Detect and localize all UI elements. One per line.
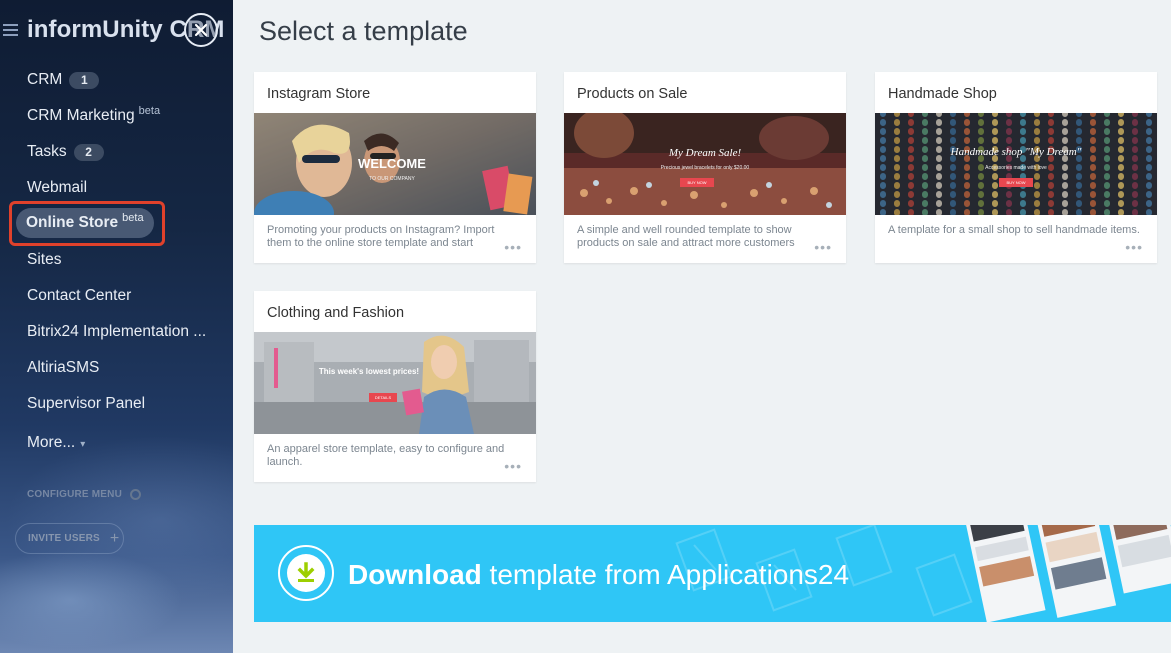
sidebar-item-label: More...	[27, 434, 76, 451]
sidebar-item-label: CRM	[27, 71, 63, 88]
sidebar-item-label: CRM Marketing	[27, 107, 135, 124]
download-template-banner[interactable]: Download template from Applications24	[254, 525, 1171, 622]
beta-label: beta	[138, 105, 161, 117]
banner-text: Download template from Applications24	[348, 559, 849, 591]
sidebar-item-crm[interactable]: CRM 1	[27, 68, 100, 92]
download-icon	[297, 562, 315, 582]
template-preview-image: My Dream Sale! Precious jewel bracelets …	[564, 113, 846, 215]
sidebar-item-tasks[interactable]: Tasks 2	[27, 140, 104, 164]
thumb-subheading: Accessories made with love	[985, 165, 1047, 171]
left-sidebar: informUnity CRM CRM 1 CRM Marketing beta…	[0, 0, 233, 653]
counter-badge: 2	[73, 143, 104, 161]
banner-text-bold: Download	[348, 559, 482, 590]
more-options-icon[interactable]: •••	[814, 239, 832, 255]
counter-badge: 1	[69, 71, 100, 89]
thumb-button-label: DETAILS	[375, 395, 392, 400]
sidebar-item-label: AltiriaSMS	[27, 359, 100, 376]
plus-icon: +	[109, 529, 120, 547]
more-options-icon[interactable]: •••	[504, 239, 522, 255]
sidebar-item-label: Sites	[27, 251, 62, 268]
template-card-title: Handmade Shop	[888, 86, 997, 102]
sidebar-item-label: Tasks	[27, 143, 67, 160]
sidebar-item-label: Webmail	[27, 179, 88, 196]
thumb-button-label: BUY NOW	[1006, 180, 1025, 185]
more-options-icon[interactable]: •••	[1125, 239, 1143, 255]
sidebar-item-contact-center[interactable]: Contact Center	[27, 284, 131, 308]
gear-icon	[130, 489, 142, 500]
sidebar-item-bitrix24-implementation[interactable]: Bitrix24 Implementation ...	[27, 320, 206, 344]
invite-users-label: INVITE USERS	[28, 533, 100, 544]
template-card-description: An apparel store template, easy to confi…	[267, 443, 505, 468]
template-preview-image: This week's lowest prices! DETAILS	[254, 332, 536, 434]
sidebar-item-label: Supervisor Panel	[27, 395, 146, 412]
template-preview-image: WELCOME TO OUR COMPANY	[254, 113, 536, 215]
sidebar-item-more[interactable]: More... ▾	[27, 431, 85, 455]
template-card-instagram-store[interactable]: Instagram Store WELCOME TO OUR COMPANY P…	[254, 72, 536, 263]
close-icon	[194, 23, 208, 37]
template-card-description: A template for a small shop to sell hand…	[888, 224, 1140, 236]
sidebar-item-label: Bitrix24 Implementation ...	[27, 323, 207, 340]
sidebar-item-label: Contact Center	[27, 287, 132, 304]
banner-text-rest: template from Applications24	[481, 559, 850, 590]
thumb-heading: This week's lowest prices!	[319, 367, 419, 376]
thumb-subheading: TO OUR COMPANY	[369, 176, 415, 182]
sidebar-item-crm-marketing[interactable]: CRM Marketing beta	[27, 104, 160, 128]
hamburger-menu-icon[interactable]	[3, 24, 18, 36]
template-card-handmade-shop[interactable]: Handmade Shop Handmade shop "My Dream" A…	[875, 72, 1157, 263]
template-card-description: Promoting your products on Instagram? Im…	[267, 224, 495, 249]
template-card-title: Products on Sale	[577, 86, 688, 102]
thumb-subheading: Precious jewel bracelets for only $20.00	[661, 165, 750, 171]
thumb-heading: Handmade shop "My Dream"	[950, 146, 1082, 158]
sidebar-item-altiriasms[interactable]: AltiriaSMS	[27, 356, 99, 380]
close-button[interactable]	[184, 13, 218, 47]
more-options-icon[interactable]: •••	[504, 458, 522, 474]
sidebar-item-webmail[interactable]: Webmail	[27, 176, 87, 200]
sidebar-item-sites[interactable]: Sites	[27, 248, 61, 272]
template-card-title: Clothing and Fashion	[267, 305, 405, 321]
configure-menu-button[interactable]: CONFIGURE MENU	[27, 489, 142, 500]
template-preview-image: Handmade shop "My Dream" Accessories mad…	[875, 113, 1157, 215]
chevron-down-icon: ▾	[80, 438, 86, 450]
template-card-description: A simple and well rounded template to sh…	[577, 224, 795, 249]
thumb-heading: WELCOME	[358, 156, 426, 171]
thumb-heading: My Dream Sale!	[668, 147, 742, 159]
invite-users-button[interactable]: INVITE USERS +	[15, 523, 124, 554]
download-button[interactable]	[278, 545, 334, 601]
page-title: Select a template	[259, 16, 468, 46]
sidebar-item-supervisor-panel[interactable]: Supervisor Panel	[27, 392, 145, 416]
template-card-title: Instagram Store	[267, 86, 371, 102]
template-card-products-on-sale[interactable]: Products on Sale My Dream Sale! Precious…	[564, 72, 846, 263]
template-card-clothing-and-fashion[interactable]: Clothing and Fashion This week's lowest …	[254, 291, 536, 482]
sidebar-item-label: Online Store	[26, 214, 119, 231]
thumb-button-label: BUY NOW	[687, 180, 706, 185]
beta-label: beta	[122, 212, 144, 224]
sidebar-item-online-store[interactable]: Online Store beta	[16, 208, 154, 238]
configure-menu-label: CONFIGURE MENU	[27, 489, 123, 500]
